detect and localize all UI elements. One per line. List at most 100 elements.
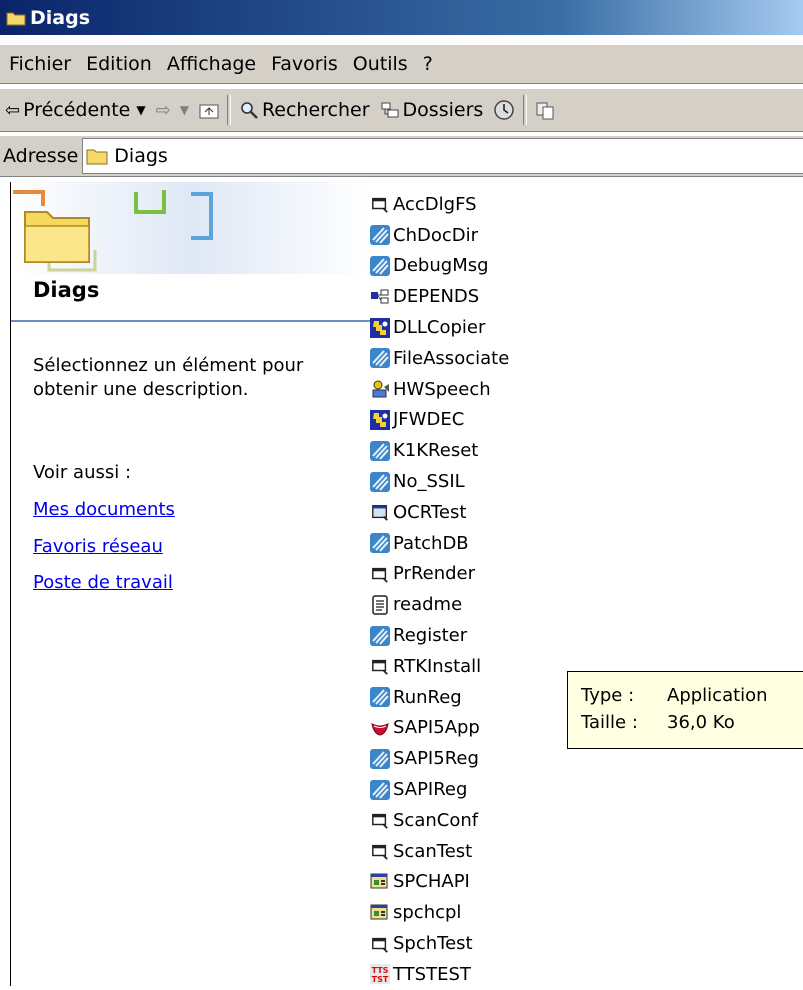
address-value: Diags (114, 145, 168, 167)
folder-icon (6, 12, 26, 25)
file-name: SPCHAPI (393, 871, 470, 893)
file-item[interactable]: TTS TST TTSTEST (370, 959, 803, 990)
window-app-icon (370, 656, 390, 676)
menu-outils[interactable]: Outils (344, 53, 414, 75)
menu-help[interactable]: ? (414, 53, 439, 75)
file-item[interactable]: SpchTest (370, 928, 803, 959)
dependency-walker-icon (370, 287, 390, 307)
file-name: No_SSIL (393, 471, 465, 493)
file-item[interactable]: DebugMsg (370, 251, 803, 282)
file-item[interactable]: PrRender (370, 559, 803, 590)
forward-dropdown-icon[interactable]: ▼ (180, 103, 189, 117)
file-item[interactable]: spchcpl (370, 897, 803, 928)
folders-button[interactable]: Dossiers (375, 99, 489, 121)
file-name: TTSTEST (393, 963, 471, 985)
blue-puzzle-app-icon (370, 317, 390, 338)
file-item[interactable]: SPCHAPI (370, 867, 803, 898)
file-name: K1KReset (393, 440, 479, 462)
pane-divider (11, 320, 371, 322)
installer-app-icon (370, 625, 390, 646)
forward-arrow-icon: ⇨ (155, 99, 171, 121)
file-item[interactable]: AccDlgFS (370, 189, 803, 220)
history-button[interactable] (488, 99, 520, 121)
file-name: FileAssociate (393, 347, 510, 369)
address-label: Adresse (3, 145, 79, 167)
file-name: SAPI5Reg (393, 748, 479, 770)
move-to-button[interactable] (530, 100, 560, 120)
file-name: RunReg (393, 686, 462, 708)
file-item[interactable]: K1KReset (370, 435, 803, 466)
back-dropdown-icon[interactable]: ▼ (136, 103, 145, 117)
forward-button[interactable]: ⇨ ▼ (151, 100, 194, 121)
file-item[interactable]: HWSpeech (370, 374, 803, 405)
menu-edition[interactable]: Edition (77, 53, 158, 75)
file-item[interactable]: PatchDB (370, 528, 803, 559)
file-item[interactable]: No_SSIL (370, 466, 803, 497)
address-field[interactable]: Diags (82, 138, 803, 174)
up-folder-button[interactable] (194, 101, 224, 119)
file-item[interactable]: DLLCopier (370, 312, 803, 343)
file-item[interactable]: DEPENDS (370, 281, 803, 312)
file-name: DLLCopier (393, 317, 486, 339)
pane-description: Sélectionnez un élément pour obtenir une… (33, 355, 304, 400)
file-name: spchcpl (393, 902, 462, 924)
installer-app-icon (370, 748, 390, 769)
tooltip-type-label: Type : (581, 685, 635, 706)
up-folder-icon (199, 104, 219, 119)
file-item[interactable]: Register (370, 620, 803, 651)
window-title: Diags (30, 6, 91, 29)
control-panel-icon (370, 903, 390, 923)
menu-favoris[interactable]: Favoris (262, 53, 344, 75)
file-name: PatchDB (393, 532, 469, 554)
file-item[interactable]: JFWDEC (370, 405, 803, 436)
text-document-icon (370, 595, 390, 615)
file-item[interactable]: OCRTest (370, 497, 803, 528)
file-name: PrRender (393, 563, 476, 585)
installer-app-icon (370, 779, 390, 800)
search-button[interactable]: Rechercher (234, 99, 375, 121)
file-item[interactable]: FileAssociate (370, 343, 803, 374)
file-item[interactable]: ScanConf (370, 805, 803, 836)
tooltip-type-value: Application (667, 685, 768, 706)
back-button[interactable]: ⇦ Précédente ▼ (0, 99, 151, 121)
link-mes-documents[interactable]: Mes documents (33, 499, 175, 520)
file-name: AccDlgFS (393, 193, 477, 215)
installer-app-icon (370, 348, 390, 369)
window-app-icon (370, 841, 390, 861)
file-name: ScanConf (393, 809, 479, 831)
file-name: ScanTest (393, 840, 473, 862)
file-name: RTKInstall (393, 655, 482, 677)
window-left-border (0, 182, 11, 986)
link-favoris-reseau[interactable]: Favoris réseau (33, 536, 163, 557)
file-name: HWSpeech (393, 378, 491, 400)
file-item[interactable]: ScanTest (370, 836, 803, 867)
file-item[interactable]: ChDocDir (370, 220, 803, 251)
menu-fichier[interactable]: Fichier (0, 53, 77, 75)
file-item[interactable]: SAPIReg (370, 774, 803, 805)
speech-app-icon (370, 379, 390, 399)
file-name: JFWDEC (393, 409, 465, 431)
file-name: DebugMsg (393, 255, 489, 277)
installer-app-icon (370, 255, 390, 276)
history-clock-icon (494, 100, 515, 120)
tooltip-size-label: Taille : (581, 712, 638, 733)
file-info-tooltip: Type : Application Taille : 36,0 Ko (567, 671, 803, 749)
folders-icon (381, 102, 399, 118)
menu-affichage[interactable]: Affichage (158, 53, 262, 75)
file-name: SpchTest (393, 933, 473, 955)
svg-text:TST: TST (372, 975, 389, 984)
toolbar-separator (523, 95, 528, 125)
window-app-icon (370, 194, 390, 214)
link-poste-de-travail[interactable]: Poste de travail (33, 572, 173, 593)
file-item[interactable]: readme (370, 589, 803, 620)
installer-app-icon (370, 471, 390, 492)
tooltip-size-value: 36,0 Ko (667, 712, 735, 733)
task-pane: Diags Sélectionnez un élément pour obten… (11, 182, 371, 986)
toolbar: ⇦ Précédente ▼ ⇨ ▼ Rechercher Dossiers (0, 88, 803, 132)
toolbar-separator (226, 95, 231, 125)
title-bar[interactable]: Diags (0, 0, 803, 35)
installer-app-icon (370, 533, 390, 554)
red-lips-app-icon (370, 718, 390, 738)
window-app-icon (370, 934, 390, 954)
see-also-label: Voir aussi : (33, 462, 132, 483)
